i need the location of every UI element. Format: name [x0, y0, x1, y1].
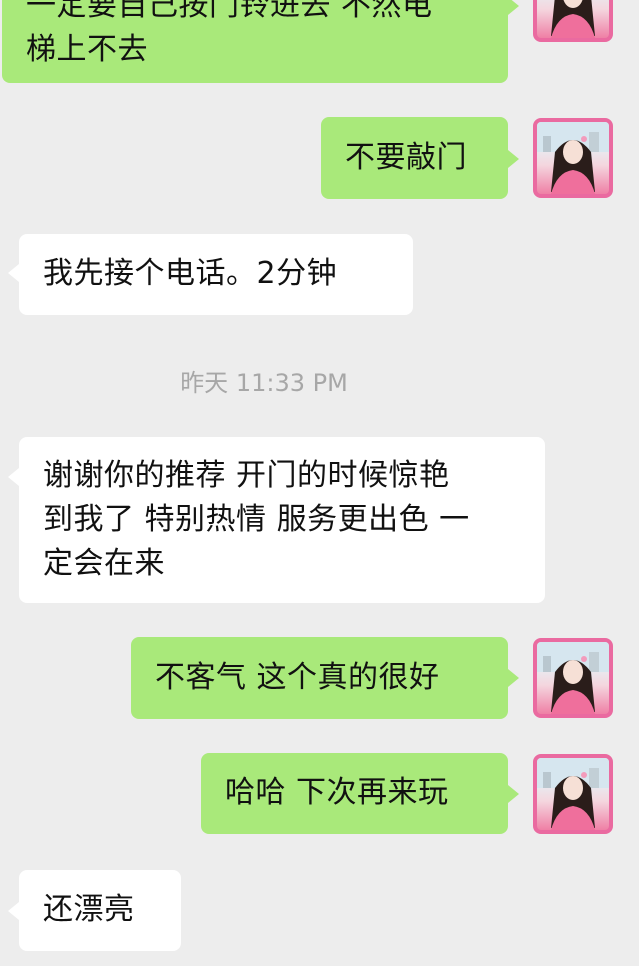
message-text-line: 定会在来: [43, 546, 165, 581]
bubble-tail: [508, 150, 519, 168]
message-text-line: 我先接个电话。2分钟: [43, 256, 338, 291]
message-text-line: 哈哈 下次再来玩: [225, 775, 449, 810]
message-text-line: 还漂亮: [43, 892, 135, 927]
message-bubble[interactable]: 哈哈 下次再来玩: [201, 753, 508, 834]
timestamp: 昨天 11:33 PM: [180, 369, 348, 397]
message-text-line: 谢谢你的推荐 开门的时候惊艳: [43, 458, 450, 493]
message-bubble[interactable]: 一定要自己按门铃进去 不然电 梯上不去: [2, 0, 508, 83]
bubble-tail: [8, 264, 19, 282]
message-text-line: 到我了 特别热情 服务更出色 一: [43, 502, 470, 537]
message-bubble[interactable]: 不客气 这个真的很好: [131, 637, 508, 719]
avatar-icon[interactable]: [533, 638, 613, 718]
avatar-icon[interactable]: [533, 118, 613, 198]
message-bubble[interactable]: 不要敲门: [321, 117, 508, 199]
message-text-line: 一定要自己按门铃进去 不然电: [26, 0, 433, 23]
message-text-line: 不客气 这个真的很好: [155, 660, 440, 695]
bubble-tail: [508, 0, 519, 15]
avatar-icon[interactable]: [533, 0, 613, 42]
bubble-tail: [508, 785, 519, 803]
bubble-tail: [8, 468, 19, 486]
avatar-icon[interactable]: [533, 754, 613, 834]
message-text-line: 不要敲门: [345, 140, 467, 175]
bubble-tail: [8, 902, 19, 920]
message-bubble[interactable]: 谢谢你的推荐 开门的时候惊艳 到我了 特别热情 服务更出色 一 定会在来: [19, 437, 545, 603]
message-bubble[interactable]: 还漂亮: [19, 870, 181, 951]
message-text-line: 梯上不去: [26, 32, 148, 67]
bubble-tail: [508, 669, 519, 687]
message-bubble[interactable]: 我先接个电话。2分钟: [19, 234, 413, 315]
